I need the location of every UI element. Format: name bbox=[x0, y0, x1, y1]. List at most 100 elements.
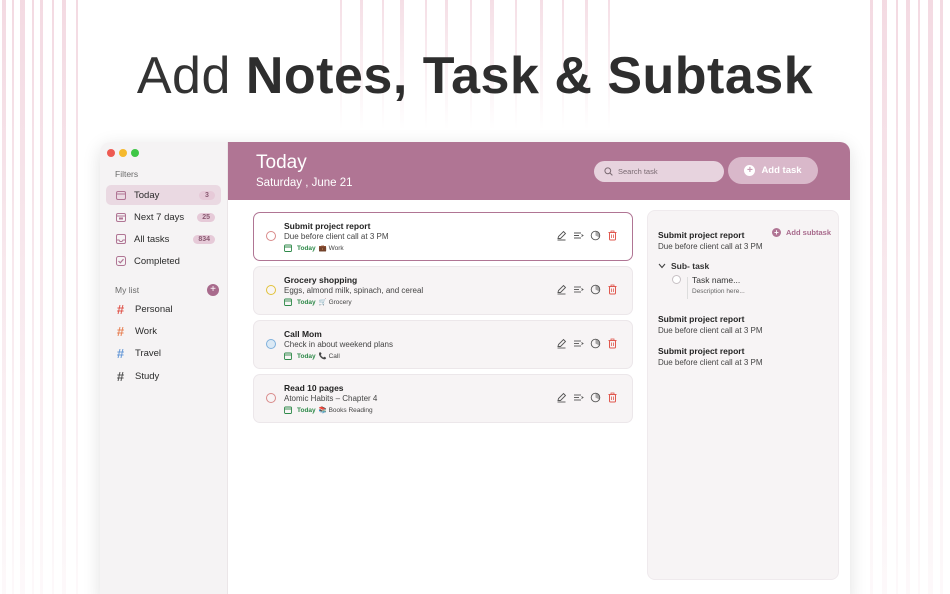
hash-icon: # bbox=[116, 345, 125, 361]
timer-icon[interactable] bbox=[590, 392, 601, 403]
notes-icon[interactable] bbox=[573, 392, 584, 403]
task-tag: 📞 Call bbox=[318, 353, 340, 360]
subtask-divider bbox=[687, 277, 688, 299]
task-actions bbox=[556, 284, 618, 295]
task-meta: Today 💼 Work bbox=[284, 244, 344, 252]
task-actions bbox=[556, 338, 618, 349]
task-actions bbox=[556, 392, 618, 403]
task-complete-checkbox[interactable] bbox=[266, 285, 276, 295]
count-badge: 3 bbox=[199, 190, 215, 200]
task-tag: 💼 Work bbox=[318, 245, 344, 252]
due-today-label: Today bbox=[297, 298, 316, 306]
sidebar-item-next-7-days[interactable]: Next 7 days 25 bbox=[106, 207, 221, 227]
calendar-week-icon bbox=[115, 212, 126, 223]
subtask-header-label: Sub- task bbox=[671, 261, 710, 271]
due-today-label: Today bbox=[297, 244, 316, 252]
sidebar-item-today[interactable]: Today 3 bbox=[106, 185, 221, 205]
edit-icon[interactable] bbox=[556, 338, 567, 349]
sidebar-item-completed[interactable]: Completed bbox=[106, 251, 221, 271]
page-title: Today bbox=[256, 152, 307, 173]
hash-icon: # bbox=[116, 323, 125, 339]
task-card[interactable]: Call Mom Check in about weekend plans To… bbox=[253, 320, 633, 369]
task-meta: Today 📚 Books Reading bbox=[284, 406, 373, 414]
search-icon bbox=[604, 167, 613, 176]
sidebar-item-work[interactable]: # Work bbox=[106, 321, 221, 341]
chevron-down-icon bbox=[658, 263, 666, 269]
subtask-name-input[interactable]: Task name... bbox=[692, 275, 740, 285]
hash-icon: # bbox=[116, 368, 125, 384]
sidebar-item-label: Work bbox=[135, 325, 157, 337]
sidebar-item-all-tasks[interactable]: All tasks 834 bbox=[106, 229, 221, 249]
add-task-button[interactable]: + Add task bbox=[728, 157, 818, 184]
timer-icon[interactable] bbox=[590, 230, 601, 241]
task-meta: Today 📞 Call bbox=[284, 352, 340, 360]
detail-task-title: Submit project report bbox=[658, 346, 745, 356]
hero-title-bold: Notes, Task & Subtask bbox=[245, 47, 814, 105]
sidebar-item-label: Today bbox=[134, 189, 160, 201]
task-complete-checkbox[interactable] bbox=[266, 231, 276, 241]
task-title: Read 10 pages bbox=[284, 383, 344, 393]
notes-icon[interactable] bbox=[573, 338, 584, 349]
task-description: Eggs, almond milk, spinach, and cereal bbox=[284, 286, 424, 295]
edit-icon[interactable] bbox=[556, 392, 567, 403]
delete-icon[interactable] bbox=[607, 392, 618, 403]
subtask-checkbox[interactable] bbox=[672, 275, 681, 284]
due-today-label: Today bbox=[297, 406, 316, 414]
notes-icon[interactable] bbox=[573, 230, 584, 241]
timer-icon[interactable] bbox=[590, 338, 601, 349]
task-complete-checkbox[interactable] bbox=[266, 393, 276, 403]
task-description: Atomic Habits – Chapter 4 bbox=[284, 394, 378, 403]
task-tag: 🛒 Grocery bbox=[318, 299, 352, 306]
task-actions bbox=[556, 230, 618, 241]
edit-icon[interactable] bbox=[556, 230, 567, 241]
count-badge: 834 bbox=[193, 234, 215, 244]
detail-task-title: Submit project report bbox=[658, 314, 745, 324]
task-complete-checkbox[interactable] bbox=[266, 339, 276, 349]
notes-icon[interactable] bbox=[573, 284, 584, 295]
subtask-section-toggle[interactable]: Sub- task bbox=[658, 261, 709, 271]
delete-icon[interactable] bbox=[607, 230, 618, 241]
sidebar-item-personal[interactable]: # Personal bbox=[106, 299, 221, 319]
calendar-icon bbox=[284, 406, 292, 414]
detail-task-description: Due before client call at 3 PM bbox=[658, 358, 763, 367]
add-list-button[interactable]: + bbox=[207, 284, 219, 296]
sidebar-item-label: Study bbox=[135, 370, 160, 382]
delete-icon[interactable] bbox=[607, 338, 618, 349]
task-card[interactable]: Grocery shopping Eggs, almond milk, spin… bbox=[253, 266, 633, 315]
sidebar-item-label: All tasks bbox=[134, 233, 170, 245]
minimize-window-button[interactable] bbox=[119, 149, 127, 157]
sidebar-item-label: Travel bbox=[135, 347, 162, 359]
task-card[interactable]: Submit project report Due before client … bbox=[253, 212, 633, 261]
hero-title: Add Notes, Task & Subtask bbox=[0, 46, 950, 106]
detail-task-description: Due before client call at 3 PM bbox=[658, 242, 763, 251]
page-date: Saturday , June 21 bbox=[256, 177, 353, 189]
close-window-button[interactable] bbox=[107, 149, 115, 157]
task-description: Check in about weekend plans bbox=[284, 340, 393, 349]
plus-icon: + bbox=[744, 165, 756, 176]
check-square-icon bbox=[115, 256, 126, 267]
task-detail-panel: + Add subtask Submit project report Due … bbox=[647, 210, 839, 580]
calendar-icon bbox=[115, 190, 126, 201]
edit-icon[interactable] bbox=[556, 284, 567, 295]
sidebar-item-study[interactable]: # Study bbox=[106, 366, 221, 386]
search-box[interactable] bbox=[594, 161, 724, 182]
zoom-window-button[interactable] bbox=[131, 149, 139, 157]
calendar-icon bbox=[284, 244, 292, 252]
search-input[interactable] bbox=[618, 167, 718, 176]
sidebar: Filters Today 3 Next 7 days 25 All tasks… bbox=[100, 142, 228, 594]
window-controls bbox=[107, 149, 139, 157]
detail-task-description: Due before client call at 3 PM bbox=[658, 326, 763, 335]
task-card[interactable]: Read 10 pages Atomic Habits – Chapter 4 … bbox=[253, 374, 633, 423]
add-task-label: Add task bbox=[761, 165, 802, 176]
hero-title-light: Add bbox=[136, 47, 246, 105]
subtask-description-input[interactable]: Description here... bbox=[692, 288, 745, 295]
sidebar-item-travel[interactable]: # Travel bbox=[106, 343, 221, 363]
calendar-icon bbox=[284, 352, 292, 360]
add-subtask-button[interactable]: + Add subtask bbox=[772, 228, 831, 237]
task-description: Due before client call at 3 PM bbox=[284, 232, 389, 241]
mylist-label: My list bbox=[115, 285, 140, 295]
timer-icon[interactable] bbox=[590, 284, 601, 295]
delete-icon[interactable] bbox=[607, 284, 618, 295]
task-title: Grocery shopping bbox=[284, 275, 358, 285]
filters-label: Filters bbox=[115, 169, 139, 179]
